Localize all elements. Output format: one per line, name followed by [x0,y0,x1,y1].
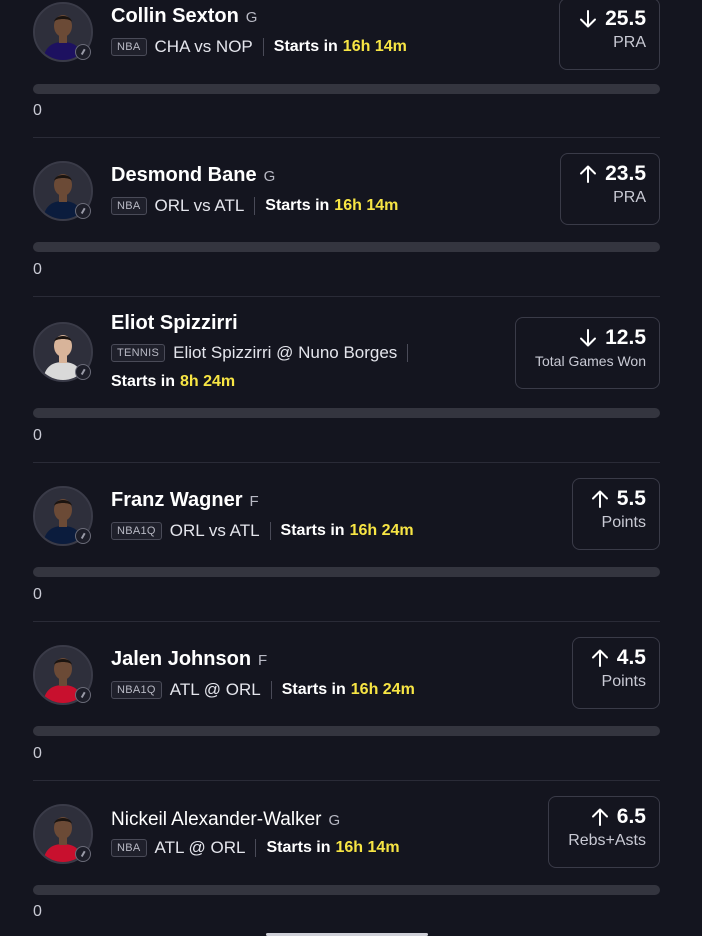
line-value: 4.5 [616,646,646,669]
league-badge: NBA1Q [111,522,162,540]
player-name: Desmond Bane [111,164,257,186]
line-value: 6.5 [616,805,646,828]
player-card[interactable]: Jalen Johnson F NBA1Q ATL @ ORL Starts i… [33,622,660,780]
league-badge: TENNIS [111,344,166,362]
league-badge: NBA1Q [111,681,162,699]
matchup: Eliot Spizzirri @ Nuno Borges [173,343,398,362]
player-name: Collin Sexton [111,5,239,27]
prop-line-button[interactable]: 23.5 PRA [560,153,660,225]
starts-label: Starts in [265,197,330,214]
stat-type: Total Games Won [534,353,646,369]
projections-list: Collin Sexton G NBA CHA vs NOP Starts in… [0,0,702,936]
separator [270,681,272,699]
player-card[interactable]: Collin Sexton G NBA CHA vs NOP Starts in… [33,0,660,137]
stat-type: Rebs+Asts [568,832,646,849]
arrow-down-icon [579,9,597,29]
starts-time: 8h 24m [180,373,236,390]
progress-bar [33,408,660,418]
player-card[interactable]: Franz Wagner F NBA1Q ORL vs ATL Starts i… [33,463,660,621]
separator [255,839,257,857]
player-position: F [249,493,259,510]
starts-label: Starts in [266,839,331,856]
separator [254,197,256,215]
arrow-up-icon [579,164,597,184]
arrow-up-icon [591,648,609,668]
matchup: ATL @ ORL [154,838,246,857]
league-badge: NBA [111,839,147,857]
player-position: G [245,9,258,26]
starts-time: 16h 24m [349,522,414,539]
separator [269,522,271,540]
starts-time: 16h 14m [342,38,407,55]
stat-type: PRA [613,34,646,51]
league-badge: NBA [111,197,147,215]
progress-bar [33,242,660,252]
progress-value: 0 [33,427,42,444]
clock-badge-icon [75,687,91,703]
matchup: ORL vs ATL [169,521,260,540]
player-card[interactable]: Nickeil Alexander-Walker G NBA ATL @ ORL… [33,781,660,936]
stat-type: Points [601,673,646,690]
arrow-up-icon [591,807,609,827]
line-value: 5.5 [616,487,646,510]
stat-type: Points [601,514,646,531]
prop-line-button[interactable]: 6.5 Rebs+Asts [548,796,660,868]
player-position: G [263,168,276,185]
progress-bar [33,885,660,895]
line-value: 23.5 [605,162,646,185]
player-position: F [258,652,268,669]
stat-type: PRA [613,189,646,206]
progress-bar [33,726,660,736]
starts-label: Starts in [281,681,346,698]
arrow-down-icon [579,328,597,348]
starts-time: 16h 14m [334,197,399,214]
prop-line-button[interactable]: 5.5 Points [572,478,660,550]
player-name: Nickeil Alexander-Walker [111,809,322,830]
player-card[interactable]: Desmond Bane G NBA ORL vs ATL Starts in … [33,138,660,296]
line-value: 25.5 [605,7,646,30]
starts-time: 16h 24m [350,681,415,698]
clock-badge-icon [75,44,91,60]
separator [407,344,409,362]
starts-time: 16h 14m [335,839,400,856]
clock-badge-icon [75,364,91,380]
line-value: 12.5 [605,326,646,349]
prop-line-button[interactable]: 4.5 Points [572,637,660,709]
player-card[interactable]: Eliot Spizzirri TENNIS Eliot Spizzirri @… [33,297,660,462]
player-position: G [328,812,341,829]
player-name: Jalen Johnson [111,648,252,670]
progress-value: 0 [33,261,42,278]
prop-line-button[interactable]: 25.5 PRA [559,0,660,70]
starts-label: Starts in [280,522,345,539]
matchup: ATL @ ORL [169,680,261,699]
player-name: Franz Wagner [111,489,243,511]
separator [262,38,264,56]
starts-label: Starts in [111,373,176,390]
prop-line-button[interactable]: 12.5 Total Games Won [515,317,660,389]
starts-label: Starts in [273,38,338,55]
clock-badge-icon [75,203,91,219]
clock-badge-icon [75,846,91,862]
progress-value: 0 [33,903,42,920]
arrow-up-icon [591,489,609,509]
player-name: Eliot Spizzirri [111,312,238,334]
progress-bar [33,84,660,94]
progress-value: 0 [33,102,42,119]
matchup: ORL vs ATL [154,196,245,215]
progress-bar [33,567,660,577]
matchup: CHA vs NOP [154,37,253,56]
league-badge: NBA [111,38,147,56]
progress-value: 0 [33,745,42,762]
clock-badge-icon [75,528,91,544]
progress-value: 0 [33,586,42,603]
